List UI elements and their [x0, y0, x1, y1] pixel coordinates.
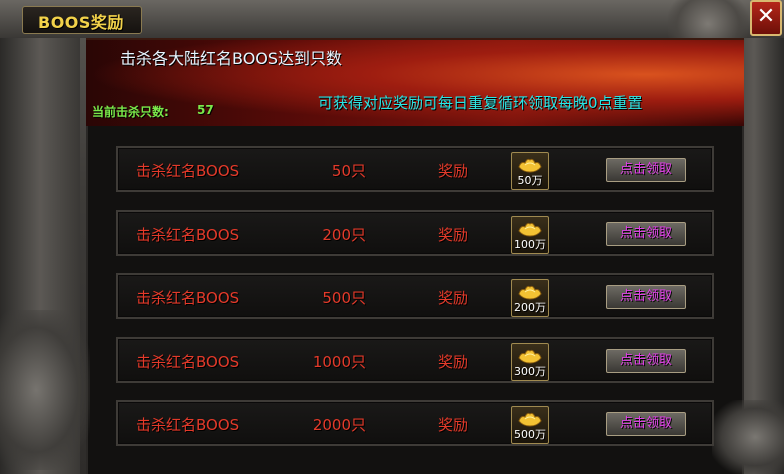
- phoenix-ornament-icon: [0, 310, 90, 470]
- gold-ingot-icon: [518, 158, 542, 173]
- row-label: 击杀红名BOOS: [136, 416, 240, 434]
- row-reward-label: 奖励: [438, 162, 469, 180]
- gold-ingot-icon: [518, 285, 542, 300]
- gold-ingot-icon: [518, 222, 542, 237]
- kill-count-value: 57: [197, 103, 214, 117]
- row-reward-label: 奖励: [438, 289, 469, 307]
- reward-amount: 100万: [514, 238, 546, 251]
- row-kill-count: 2000只: [312, 416, 366, 434]
- row-reward-label: 奖励: [438, 353, 469, 371]
- reward-row: 击杀红名BOOS 50只 奖励 50万 点击领取: [116, 146, 714, 192]
- row-label: 击杀红名BOOS: [136, 353, 240, 371]
- claim-button[interactable]: 点击领取: [606, 285, 686, 309]
- kill-count-label: 当前击杀只数:: [92, 105, 169, 119]
- claim-button[interactable]: 点击领取: [606, 412, 686, 436]
- row-kill-count: 500只: [322, 289, 366, 307]
- reward-amount: 300万: [514, 365, 546, 378]
- window-title: BOOS奖励: [38, 13, 124, 32]
- reward-item-slot[interactable]: 200万: [511, 279, 549, 317]
- reward-amount: 500万: [514, 428, 546, 441]
- claim-button[interactable]: 点击领取: [606, 158, 686, 182]
- reward-item-slot[interactable]: 100万: [511, 216, 549, 254]
- row-reward-label: 奖励: [438, 416, 469, 434]
- reward-amount: 50万: [517, 174, 543, 187]
- reward-row: 击杀红名BOOS 500只 奖励 200万 点击领取: [116, 273, 714, 319]
- reward-item-slot[interactable]: 500万: [511, 406, 549, 444]
- gold-ingot-icon: [518, 349, 542, 364]
- reward-row: 击杀红名BOOS 1000只 奖励 300万 点击领取: [116, 337, 714, 383]
- gold-ingot-icon: [518, 412, 542, 427]
- claim-button[interactable]: 点击领取: [606, 349, 686, 373]
- row-reward-label: 奖励: [438, 226, 469, 244]
- row-label: 击杀红名BOOS: [136, 162, 240, 180]
- row-kill-count: 1000只: [312, 353, 366, 371]
- claim-button[interactable]: 点击领取: [606, 222, 686, 246]
- reward-amount: 200万: [514, 301, 546, 314]
- row-label: 击杀红名BOOS: [136, 289, 240, 307]
- reward-row: 击杀红名BOOS 2000只 奖励 500万 点击领取: [116, 400, 714, 446]
- reward-item-slot[interactable]: 50万: [511, 152, 549, 190]
- row-kill-count: 50只: [331, 162, 366, 180]
- close-button[interactable]: ✕: [750, 0, 782, 36]
- banner-heading: 击杀各大陆红名BOOS达到只数: [120, 49, 343, 68]
- row-kill-count: 200只: [322, 226, 366, 244]
- reward-row: 击杀红名BOOS 200只 奖励 100万 点击领取: [116, 210, 714, 256]
- reward-item-slot[interactable]: 300万: [511, 343, 549, 381]
- row-label: 击杀红名BOOS: [136, 226, 240, 244]
- dragon-bottom-ornament-icon: [712, 400, 784, 474]
- close-icon: ✕: [756, 4, 776, 29]
- banner-description: 可获得对应奖励可每日重复循环领取每晚0点重置: [318, 94, 643, 112]
